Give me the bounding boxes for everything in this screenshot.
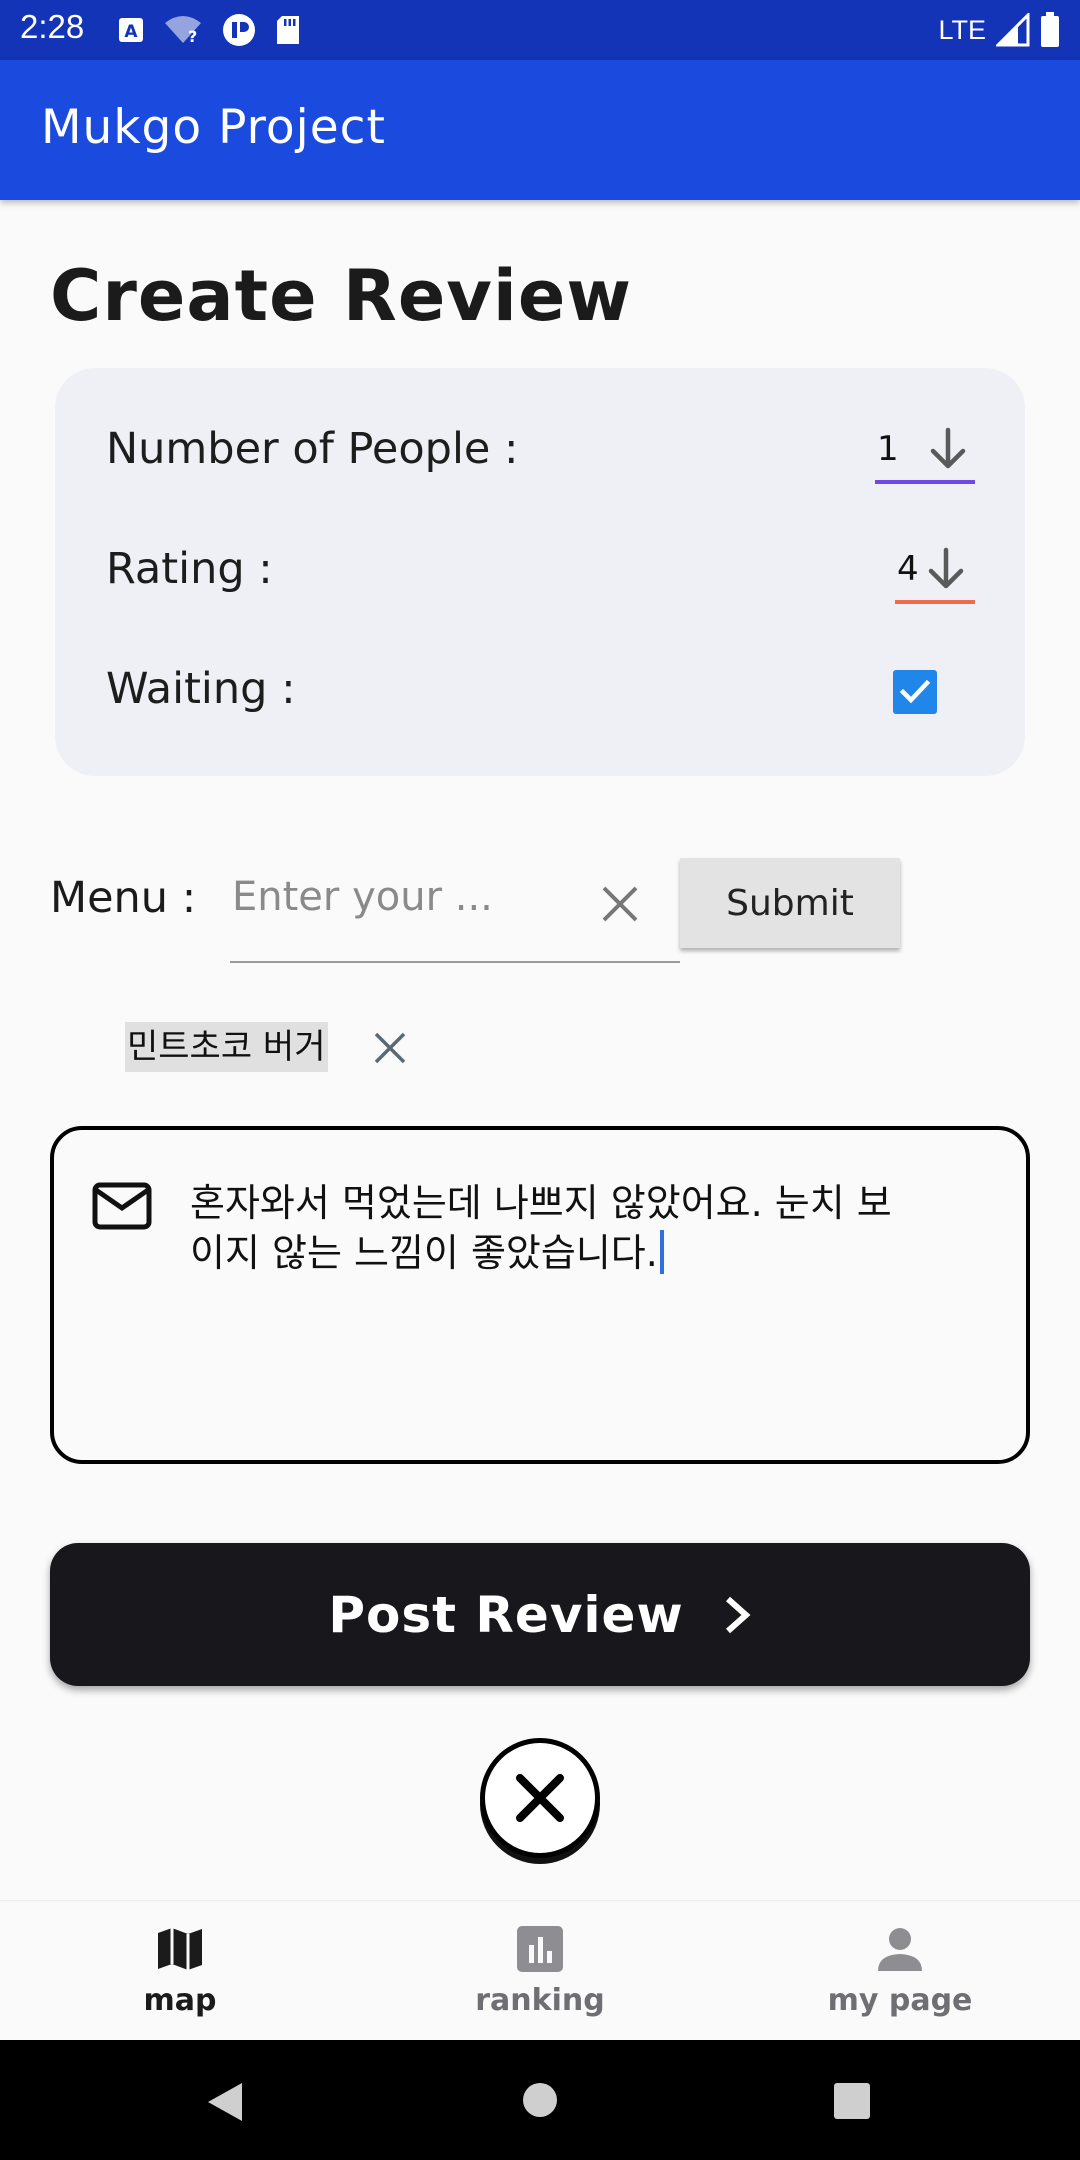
page-title: Create Review xyxy=(50,255,633,337)
system-navigation-bar xyxy=(0,2040,1080,2160)
clear-input-icon[interactable] xyxy=(598,882,642,926)
bottom-navigation: map ranking my page xyxy=(0,1900,1080,2040)
review-text-line: 이지 않는 느낌이 좋았습니다. xyxy=(190,1231,658,1275)
battery-icon xyxy=(1041,12,1059,47)
map-icon xyxy=(158,1928,202,1970)
people-value: 1 xyxy=(877,429,899,469)
nav-item-ranking[interactable]: ranking xyxy=(440,1923,640,2018)
svg-text:A: A xyxy=(124,22,138,42)
menu-input-field xyxy=(230,860,680,963)
rating-dropdown[interactable]: 4 xyxy=(895,546,975,604)
system-status-icons: LTE xyxy=(938,12,1060,48)
review-options-card: Number of People : 1 Rating : 4 Waiting … xyxy=(55,368,1025,776)
mail-icon xyxy=(92,1182,152,1230)
status-time: 2:28 xyxy=(20,8,85,45)
review-text: 혼자와서 먹었는데 나쁘지 않았어요. 눈치 보 이지 않는 느낌이 좋았습니다… xyxy=(190,1178,980,1278)
ranking-icon xyxy=(517,1926,563,1972)
people-label: Number of People : xyxy=(106,424,519,474)
wifi-question-icon: ? xyxy=(165,16,201,45)
text-cursor xyxy=(659,1230,664,1274)
sd-card-icon xyxy=(277,16,299,44)
post-review-label: Post Review xyxy=(328,1585,684,1644)
menu-label: Menu : xyxy=(50,873,197,923)
menu-submit-button[interactable]: Submit xyxy=(680,858,900,948)
svg-text:?: ? xyxy=(188,27,197,45)
menu-chip: 민트초코 버거 xyxy=(125,1022,328,1072)
person-icon xyxy=(878,1928,922,1971)
rating-value: 4 xyxy=(897,549,919,589)
menu-input[interactable] xyxy=(232,862,592,932)
waiting-label: Waiting : xyxy=(106,664,296,714)
check-icon xyxy=(899,679,931,704)
nav-label-ranking: ranking xyxy=(475,1983,605,2018)
recents-icon[interactable] xyxy=(834,2083,870,2119)
notification-icons: A ? xyxy=(118,13,300,47)
nav-item-my-page[interactable]: my page xyxy=(800,1923,1000,2018)
people-dropdown[interactable]: 1 xyxy=(875,426,975,484)
close-icon xyxy=(516,1774,564,1822)
waiting-checkbox[interactable] xyxy=(893,670,937,714)
app-title: Mukgo Project xyxy=(41,100,386,155)
nav-label-map: map xyxy=(143,1983,217,2018)
nav-item-map[interactable]: map xyxy=(80,1923,280,2018)
signal-icon xyxy=(996,13,1030,47)
app-bar: Mukgo Project xyxy=(0,60,1080,200)
review-textarea[interactable]: 혼자와서 먹었는데 나쁘지 않았어요. 눈치 보 이지 않는 느낌이 좋았습니다… xyxy=(50,1126,1030,1464)
rating-underline xyxy=(895,600,975,604)
arrow-down-icon xyxy=(928,547,963,589)
app-badge-icon xyxy=(223,14,255,46)
post-review-button[interactable]: Post Review xyxy=(50,1543,1030,1686)
network-type: LTE xyxy=(938,14,986,45)
arrow-down-icon xyxy=(930,427,965,469)
back-icon[interactable] xyxy=(204,2081,244,2123)
home-icon[interactable] xyxy=(522,2082,558,2118)
chevron-right-icon xyxy=(725,1596,751,1633)
rating-label: Rating : xyxy=(106,544,273,594)
keyboard-icon: A xyxy=(119,18,143,42)
status-bar: 2:28 A ? LTE xyxy=(0,0,1080,60)
people-underline xyxy=(875,480,975,484)
remove-chip-icon[interactable] xyxy=(372,1030,408,1066)
close-button[interactable] xyxy=(480,1738,600,1858)
nav-label-my-page: my page xyxy=(827,1983,973,2018)
review-text-line: 혼자와서 먹었는데 나쁘지 않았어요. 눈치 보 xyxy=(190,1181,892,1225)
